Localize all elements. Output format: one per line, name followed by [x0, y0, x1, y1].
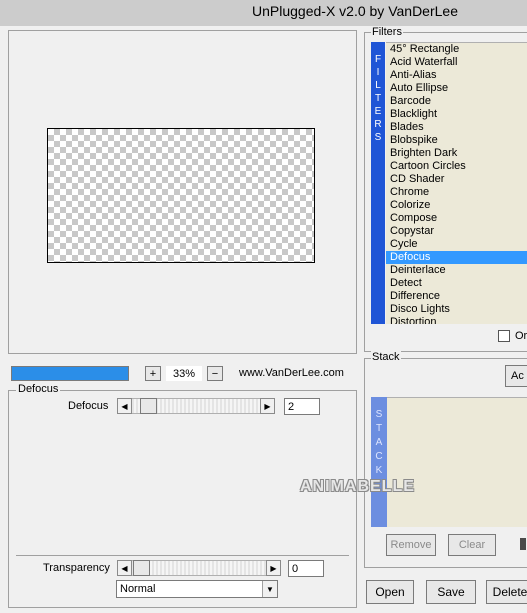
defocus-increase-button[interactable]: ▶ — [260, 398, 275, 414]
filter-list-item[interactable]: Disco Lights — [386, 303, 527, 316]
filter-list-item[interactable]: Blacklight — [386, 108, 527, 121]
stack-remove-button[interactable]: Remove — [386, 534, 436, 556]
transparency-decrease-button[interactable]: ◀ — [117, 560, 132, 576]
progress-bar — [11, 366, 129, 381]
watermark: ANIMABELLE — [300, 478, 415, 495]
filter-list-item[interactable]: Defocus — [386, 251, 527, 264]
filter-list-item[interactable]: Cartoon Circles — [386, 160, 527, 173]
stack-clear-button[interactable]: Clear — [448, 534, 496, 556]
filter-list-item[interactable]: 45° Rectangle — [386, 43, 527, 56]
transparency-slider[interactable] — [132, 560, 266, 576]
chevron-down-icon[interactable]: ▼ — [262, 581, 277, 597]
filter-list-item[interactable]: CD Shader — [386, 173, 527, 186]
stack-list[interactable] — [387, 397, 527, 527]
stack-side-label: STACK — [371, 397, 387, 527]
arrow-right-icon: ▶ — [270, 563, 277, 573]
transparency-label: Transparency — [43, 562, 110, 574]
defocus-label: Defocus — [68, 400, 109, 412]
stack-add-label: Ac — [511, 370, 524, 382]
filter-list-item[interactable]: Anti-Alias — [386, 69, 527, 82]
blend-mode-select[interactable]: Normal ▼ — [116, 580, 278, 598]
filters-stripe-letter: F — [374, 54, 382, 65]
stack-stripe-letter: K — [375, 465, 383, 476]
transparency-value-field[interactable]: 0 — [288, 560, 324, 577]
filter-list-item[interactable]: Barcode — [386, 95, 527, 108]
separator — [16, 555, 349, 556]
zoom-level: 33% — [166, 366, 202, 381]
title-bar: UnPlugged-X v2.0 by VanDerLee — [0, 0, 527, 26]
zoom-in-button[interactable]: + — [145, 366, 161, 381]
stack-group-title: Stack — [371, 351, 401, 363]
filters-stripe-letter: T — [374, 93, 382, 104]
arrow-left-icon: ◀ — [121, 401, 128, 411]
filters-stripe-letter: L — [375, 80, 381, 91]
filter-list-item[interactable]: Compose — [386, 212, 527, 225]
filters-stripe-letter: R — [374, 119, 382, 130]
transparency-slider-thumb[interactable] — [133, 560, 150, 576]
filter-list-item[interactable]: Chrome — [386, 186, 527, 199]
stack-stripe-letter: A — [375, 437, 383, 448]
stack-stripe-letter: C — [375, 451, 383, 462]
blend-mode-value: Normal — [120, 583, 156, 595]
filter-list-item[interactable]: Difference — [386, 290, 527, 303]
filter-list-item[interactable]: Brighten Dark — [386, 147, 527, 160]
progress-fill — [12, 367, 128, 380]
filter-list-item[interactable]: Acid Waterfall — [386, 56, 527, 69]
open-button[interactable]: Open — [366, 580, 414, 604]
zoom-out-button[interactable]: − — [207, 366, 223, 381]
filter-list-item[interactable]: Cycle — [386, 238, 527, 251]
stack-scroll-marker — [520, 538, 526, 550]
stack-stripe-letter: S — [375, 409, 383, 420]
filter-list-item[interactable]: Blades — [386, 121, 527, 134]
filters-side-label: FILTERS — [371, 42, 385, 324]
filter-option-checkbox[interactable] — [498, 330, 510, 342]
website-link[interactable]: www.VanDerLee.com — [239, 367, 344, 379]
filter-list-item[interactable]: Blobspike — [386, 134, 527, 147]
arrow-left-icon: ◀ — [121, 563, 128, 573]
save-button[interactable]: Save — [426, 580, 476, 604]
window-title: UnPlugged-X v2.0 by VanDerLee — [252, 3, 458, 19]
filters-stripe-letter: S — [374, 132, 382, 143]
delete-button[interactable]: Delete — [486, 580, 527, 604]
filters-group-title: Filters — [371, 26, 403, 38]
filters-stripe-letter: I — [376, 67, 380, 78]
transparency-increase-button[interactable]: ▶ — [266, 560, 281, 576]
stack-stripe-letter: T — [375, 423, 383, 434]
defocus-slider-thumb[interactable] — [140, 398, 157, 414]
filter-list-item[interactable]: Detect — [386, 277, 527, 290]
filter-list-item[interactable]: Distortion — [386, 316, 527, 324]
filter-list-item[interactable]: Copystar — [386, 225, 527, 238]
stack-add-button[interactable]: Ac — [505, 365, 527, 387]
filters-stripe-letter: E — [374, 106, 382, 117]
preview-image — [47, 128, 315, 263]
filter-list-item[interactable]: Colorize — [386, 199, 527, 212]
filter-option-label: Or — [515, 330, 527, 342]
filter-list-item[interactable]: Auto Ellipse — [386, 82, 527, 95]
filters-list[interactable]: 45° Rectangle Acid Waterfall Anti-Alias Aut… — [386, 42, 527, 324]
defocus-value-field[interactable]: 2 — [284, 398, 320, 415]
defocus-decrease-button[interactable]: ◀ — [117, 398, 132, 414]
arrow-right-icon: ▶ — [264, 401, 271, 411]
parameters-group-title: Defocus — [16, 383, 61, 395]
filter-list-item[interactable]: Deinterlace — [386, 264, 527, 277]
